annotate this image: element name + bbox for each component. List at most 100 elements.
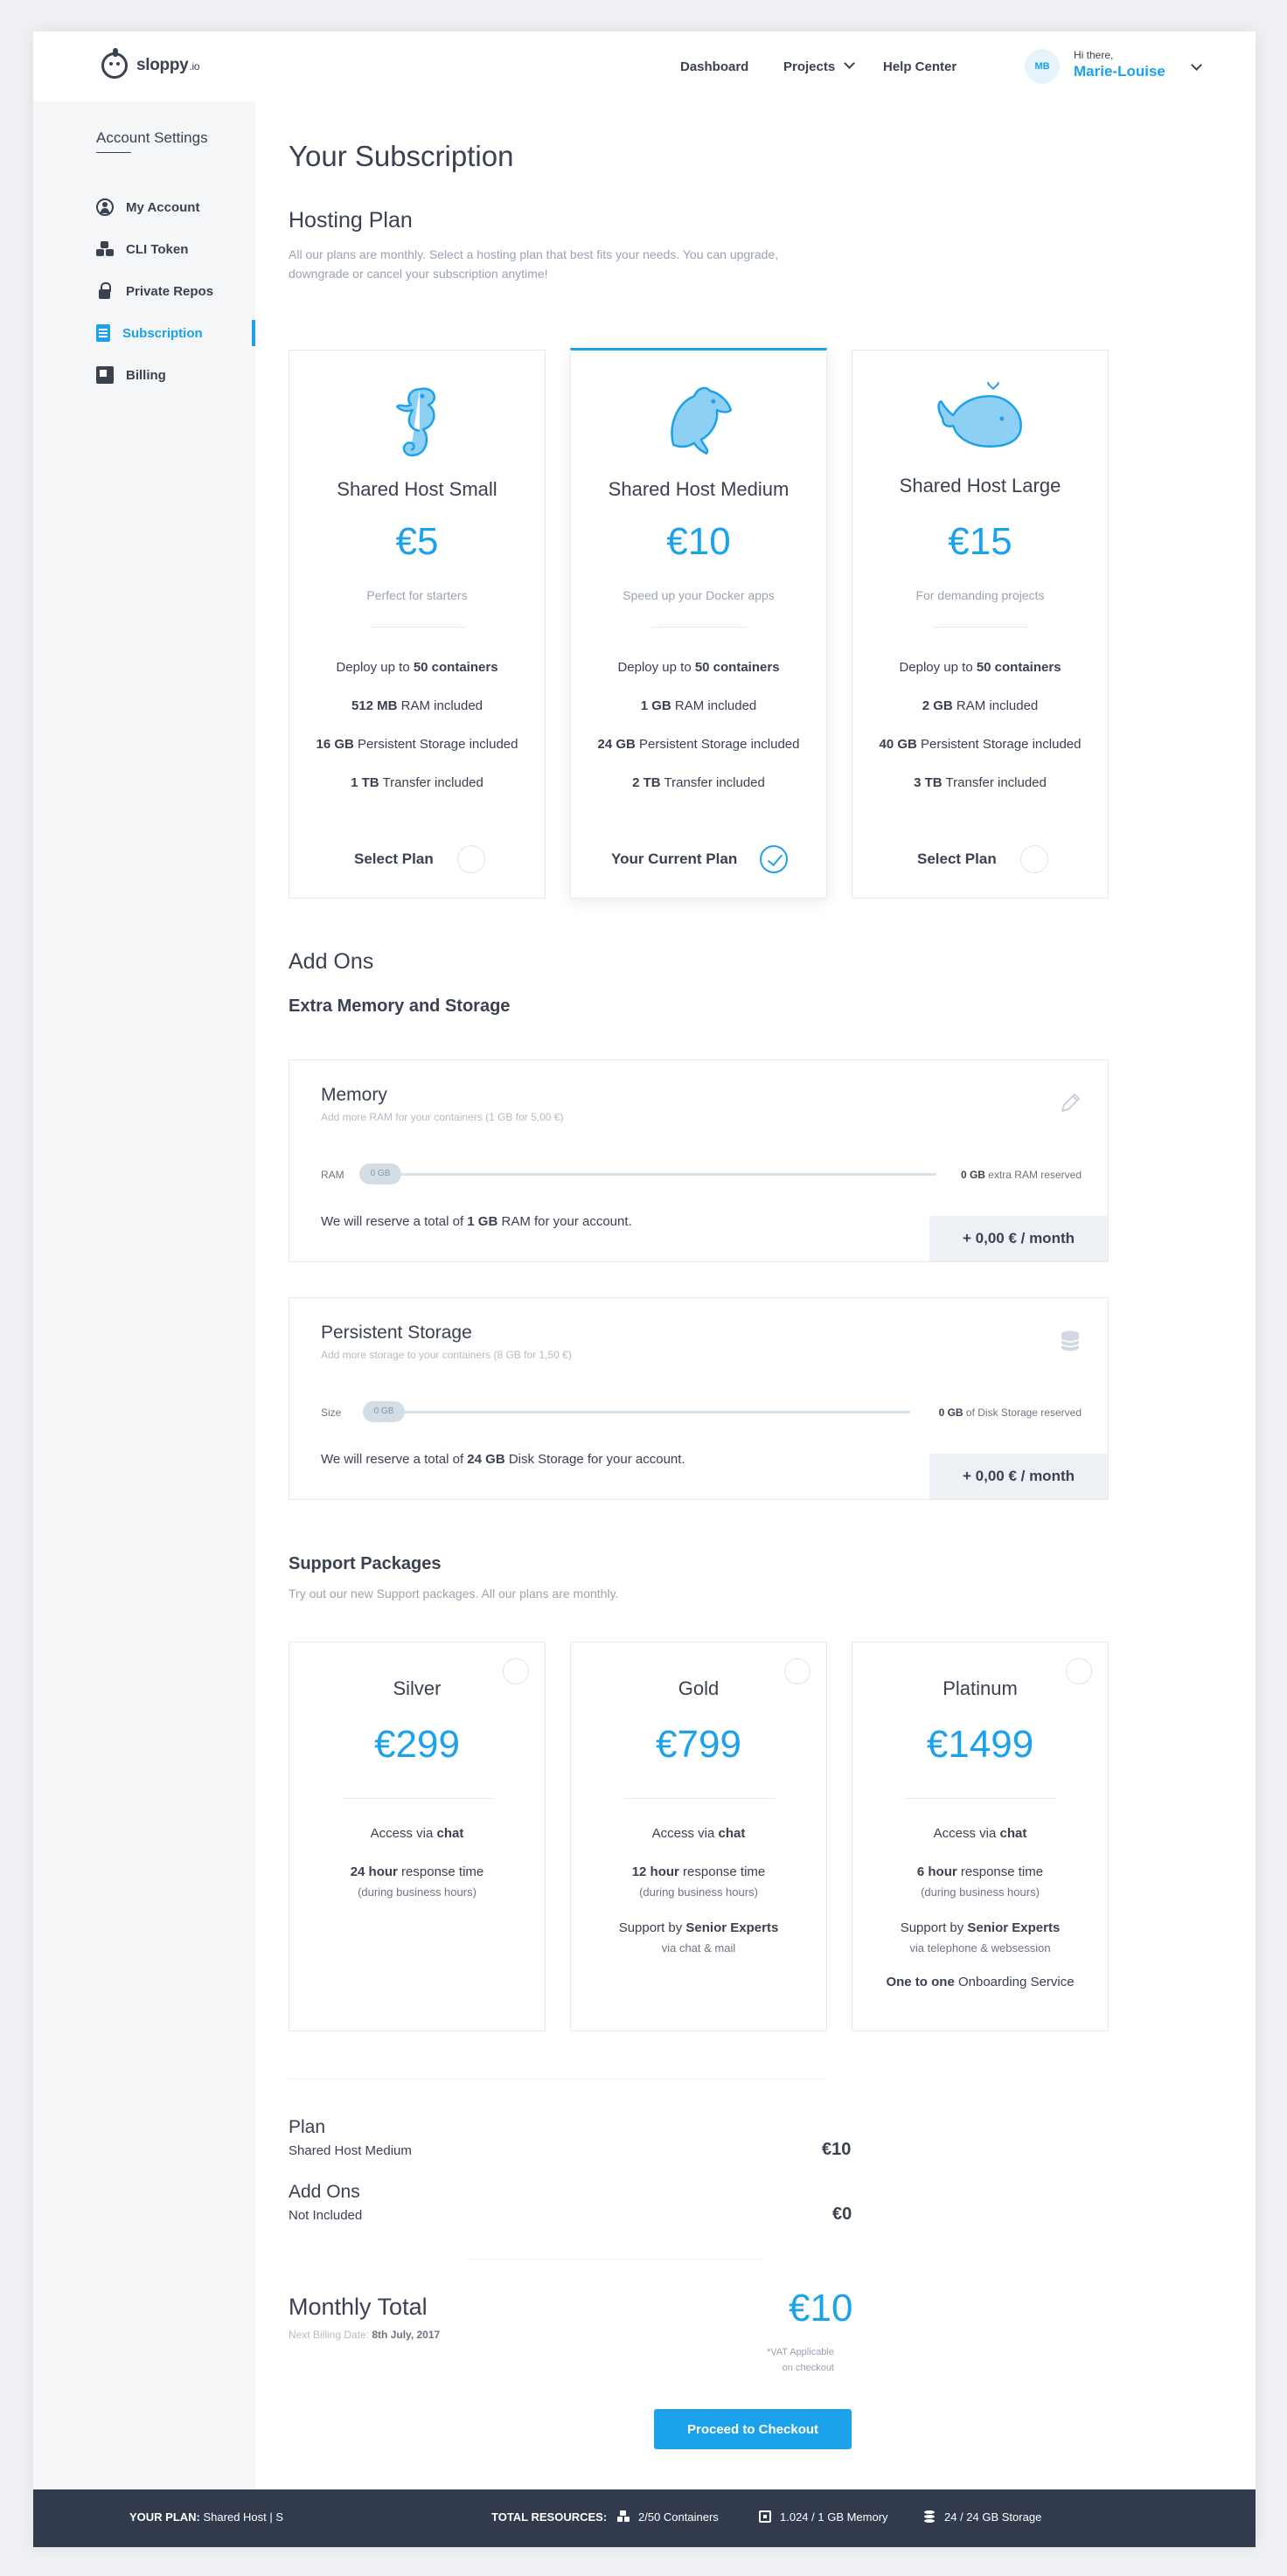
plan-price: €15: [948, 520, 1012, 563]
app-window: sloppy.io Dashboard Projects Help Center…: [33, 31, 1256, 2547]
sidebar-item-my-account[interactable]: My Account: [96, 194, 255, 220]
support-divider: [342, 1798, 494, 1799]
plan-feature-storage: 40 GB Persistent Storage included: [879, 737, 1082, 752]
support-card-platinum[interactable]: Platinum €1499 Access via chat 6 hour re…: [852, 1642, 1109, 2031]
plan-radio-checked[interactable]: [760, 845, 788, 873]
support-name: Platinum: [943, 1677, 1018, 1699]
whale-icon: [937, 382, 1022, 448]
summary-divider: [289, 2079, 827, 2080]
sidebar-title: Account Settings: [96, 129, 208, 146]
plan-price: €10: [666, 520, 731, 563]
sidebar-item-label: Billing: [126, 367, 166, 383]
nav-dashboard[interactable]: Dashboard: [680, 59, 748, 74]
plan-feature-containers: Deploy up to 50 containers: [617, 660, 780, 675]
support-card-gold[interactable]: Gold €799 Access via chat 12 hour respon…: [570, 1642, 827, 2031]
next-billing-date: Next Billing Date: 8th July, 2017: [289, 2329, 441, 2341]
plan-feature-transfer: 3 TB Transfer included: [914, 775, 1047, 790]
plan-name: Shared Host Small: [337, 478, 497, 500]
summary-plan-label: Plan: [289, 2117, 326, 2137]
logo[interactable]: sloppy.io: [101, 48, 200, 79]
sidebar-item-subscription[interactable]: Subscription: [96, 320, 255, 346]
summary-addons-price: €0: [832, 2205, 852, 2224]
sidebar-item-cli-token[interactable]: CLI Token: [96, 236, 255, 262]
user-menu-chevron-icon[interactable]: [1191, 59, 1202, 71]
dolphin-icon: [671, 386, 732, 455]
support-access: Access via chat: [651, 1826, 746, 1841]
plan-feature-containers: Deploy up to 50 containers: [336, 660, 498, 675]
memory-chip-icon: [759, 2510, 771, 2523]
greeting-text: Hi there,: [1074, 49, 1114, 61]
plan-radio[interactable]: [457, 845, 485, 873]
footer-status-bar: YOUR PLAN: Shared Host | S TOTAL RESOURC…: [33, 2489, 1256, 2547]
support-access: Access via chat: [370, 1826, 464, 1841]
plan-tagline: For demanding projects: [915, 588, 1045, 602]
support-hours-note: (during business hours): [921, 1885, 1040, 1899]
addon-memory-card: Memory Add more RAM for your containers …: [289, 1059, 1109, 1262]
pencil-icon: [1061, 1094, 1080, 1112]
summary-addons-value: Not Included: [289, 2208, 363, 2223]
select-plan-button[interactable]: Select Plan: [354, 851, 434, 868]
footer-plan: YOUR PLAN: Shared Host | S: [129, 2510, 284, 2524]
plan-card-medium[interactable]: Shared Host Medium €10 Speed up your Doc…: [570, 348, 827, 899]
support-card-silver[interactable]: Silver €299 Access via chat 24 hour resp…: [289, 1642, 546, 2031]
plan-price: €5: [395, 520, 439, 563]
support-packages-description: Try out our new Support packages. All ou…: [289, 1587, 619, 1600]
storage-slider-track[interactable]: [363, 1411, 910, 1413]
support-packages-heading: Support Packages: [289, 1554, 442, 1573]
logo-text: sloppy: [136, 56, 189, 74]
user-greeting[interactable]: Hi there, Marie-Louise: [1074, 49, 1165, 80]
plan-feature-transfer: 1 TB Transfer included: [351, 775, 483, 790]
plan-card-small[interactable]: Shared Host Small €5 Perfect for starter…: [289, 350, 546, 899]
page-title: Your Subscription: [289, 140, 514, 172]
storage-slider-handle[interactable]: 0 GB: [363, 1401, 405, 1422]
support-response-time: 12 hour response time: [631, 1864, 766, 1879]
support-name: Gold: [678, 1677, 720, 1699]
plan-radio[interactable]: [1020, 845, 1048, 873]
footer-memory: 1.024 / 1 GB Memory: [759, 2510, 888, 2524]
avatar[interactable]: MB: [1025, 49, 1060, 84]
select-plan-button[interactable]: Select Plan: [917, 851, 997, 868]
addon-title: Persistent Storage: [321, 1323, 472, 1343]
plan-divider: [933, 627, 1029, 628]
support-via: via telephone & websession: [909, 1941, 1051, 1955]
support-experts: Support by Senior Experts: [618, 1920, 779, 1935]
hosting-plan-description-line2: downgrade or cancel your subscription an…: [289, 267, 548, 281]
sidebar-item-billing[interactable]: Billing: [96, 362, 255, 388]
sidebar-item-private-repos[interactable]: Private Repos: [96, 278, 255, 304]
support-hours-note: (during business hours): [639, 1885, 758, 1899]
sidebar-item-label: Subscription: [122, 325, 203, 341]
nav-help-center[interactable]: Help Center: [883, 59, 957, 74]
plan-name: Shared Host Medium: [608, 478, 790, 500]
sidebar-item-label: CLI Token: [126, 241, 189, 257]
hosting-plan-description-line1: All our plans are monthly. Select a host…: [289, 247, 779, 261]
support-divider: [623, 1798, 776, 1799]
ram-slider-track[interactable]: [359, 1173, 936, 1176]
document-icon: [96, 324, 110, 342]
sidebar: Account Settings My Account CLI Token Pr…: [33, 101, 255, 2489]
footer-storage: 24 / 24 GB Storage: [923, 2510, 1041, 2524]
footer-resources-label: TOTAL RESOURCES:: [491, 2510, 608, 2524]
support-access: Access via chat: [933, 1826, 1027, 1841]
addon-storage-card: Persistent Storage Add more storage to y…: [289, 1297, 1109, 1500]
plan-card-large[interactable]: Shared Host Large €15 For demanding proj…: [852, 350, 1109, 899]
user-name: Marie-Louise: [1074, 63, 1165, 80]
sidebar-item-label: Private Repos: [126, 283, 214, 299]
ram-slider-handle[interactable]: 0 GB: [359, 1163, 401, 1184]
support-price: €299: [374, 1723, 460, 1766]
containers-icon: [617, 2510, 630, 2523]
plan-divider: [651, 627, 748, 628]
current-plan-label[interactable]: Your Current Plan: [611, 851, 737, 868]
nav-projects[interactable]: Projects: [783, 58, 856, 74]
logo-icon: [101, 48, 128, 79]
add-ons-heading: Add Ons: [289, 949, 374, 974]
slider-reserved-value: 0 GB extra RAM reserved: [960, 1169, 1082, 1181]
support-name: Silver: [393, 1677, 442, 1699]
addon-title: Memory: [321, 1085, 387, 1105]
support-onboarding: One to one Onboarding Service: [886, 1975, 1075, 1989]
proceed-to-checkout-button[interactable]: Proceed to Checkout: [654, 2409, 852, 2449]
summary-divider-short: [467, 2259, 764, 2260]
storage-database-icon: [923, 2510, 936, 2523]
cubes-icon: [96, 240, 114, 258]
plan-feature-ram: 2 GB RAM included: [922, 698, 1039, 713]
support-experts: Support by Senior Experts: [900, 1920, 1061, 1935]
